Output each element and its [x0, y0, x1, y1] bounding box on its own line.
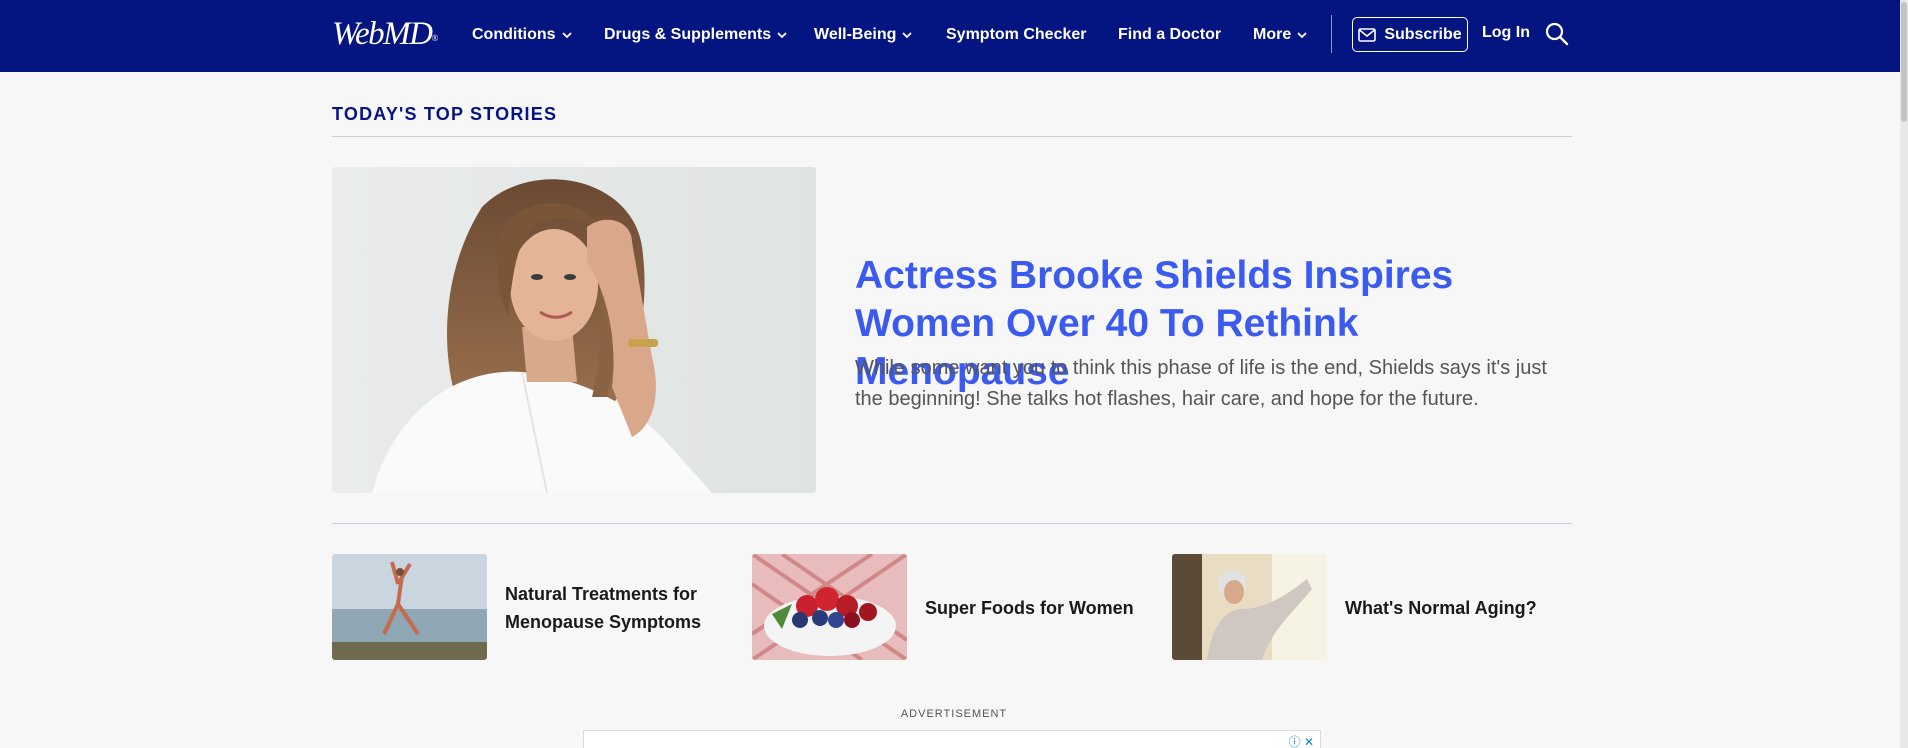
nav-drugs-supplements[interactable]: Drugs & Supplements	[604, 24, 788, 46]
story-card-title[interactable]: Super Foods for Women	[925, 594, 1155, 622]
nav-label: Find a Doctor	[1118, 26, 1222, 43]
nav-conditions[interactable]: Conditions	[472, 24, 573, 46]
subscribe-label: Subscribe	[1384, 25, 1462, 43]
aging-photo	[1172, 554, 1327, 660]
hero-description: While some want you to think this phase …	[855, 357, 1547, 410]
section-divider	[332, 136, 1572, 137]
chevron-down-icon	[1297, 32, 1307, 39]
nav-label: Symptom Checker	[946, 26, 1087, 43]
advertisement-label: ADVERTISEMENT	[900, 708, 1008, 720]
story-card-title[interactable]: Natural Treatments for Menopause Symptom…	[505, 580, 735, 636]
nav-find-a-doctor[interactable]: Find a Doctor	[1118, 24, 1221, 46]
scrollbar-thumb[interactable]	[1901, 2, 1907, 122]
chevron-down-icon	[561, 32, 572, 39]
nav-symptom-checker[interactable]: Symptom Checker	[946, 24, 1087, 46]
nav-label: Drugs & Supplements	[604, 26, 772, 43]
yoga-photo	[332, 554, 487, 660]
search-icon[interactable]	[1544, 21, 1570, 47]
chevron-down-icon	[902, 32, 913, 39]
nav-more[interactable]: More	[1253, 24, 1308, 46]
nav-label: More	[1253, 26, 1292, 43]
hero-photo	[332, 167, 816, 493]
story-card-image[interactable]	[332, 554, 487, 660]
subscribe-button[interactable]: Subscribe	[1352, 17, 1468, 52]
login-link[interactable]: Log In	[1482, 24, 1530, 42]
page-scrollbar[interactable]	[1900, 0, 1908, 748]
berries-photo	[752, 554, 907, 660]
nav-label: Well-Being	[814, 26, 897, 43]
site-header: WebMD® Conditions Drugs & Supplements We…	[0, 0, 1908, 72]
story-card-image[interactable]	[1172, 554, 1327, 660]
hero-image[interactable]	[332, 167, 816, 493]
chevron-down-icon	[777, 32, 787, 39]
nav-well-being[interactable]: Well-Being	[814, 24, 913, 46]
stories-divider	[332, 523, 1572, 524]
story-card-image[interactable]	[752, 554, 907, 660]
section-title: TODAY'S TOP STORIES	[332, 104, 558, 124]
nav-label: Conditions	[472, 26, 556, 43]
header-divider	[1331, 15, 1332, 53]
webmd-logo[interactable]: WebMD®	[332, 16, 438, 52]
ad-choices-icon[interactable]: ⓘ ✕	[1289, 733, 1314, 748]
story-card-title[interactable]: What's Normal Aging?	[1345, 594, 1575, 622]
advertisement-slot[interactable]: ⓘ ✕	[583, 730, 1321, 748]
mail-icon	[1358, 27, 1377, 42]
